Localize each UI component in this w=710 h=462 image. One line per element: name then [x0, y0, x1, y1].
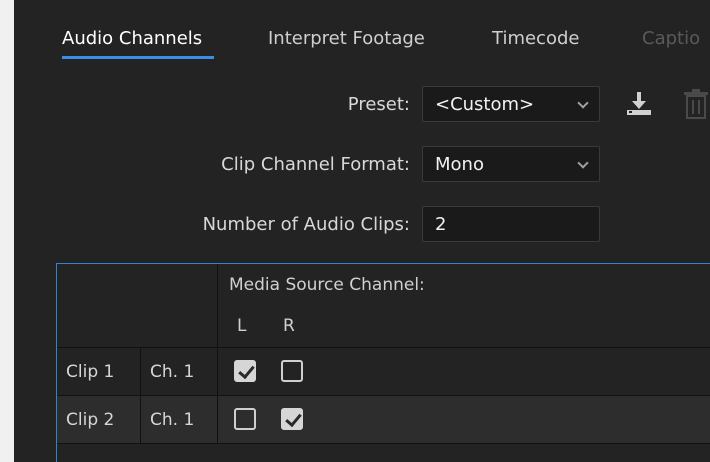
clip-1-L-checkbox[interactable] [234, 360, 256, 382]
clip-2-R-checkbox[interactable] [281, 408, 303, 430]
preset-dropdown[interactable]: <Custom> [422, 86, 600, 122]
clip-channel-format-label: Clip Channel Format: [221, 154, 410, 175]
active-tab-indicator [62, 56, 214, 59]
clip-channel-format-value: Mono [435, 154, 484, 175]
download-icon[interactable] [624, 90, 654, 122]
row-divider [57, 443, 710, 444]
clip-2-channel: Ch. 1 [150, 410, 195, 430]
number-of-audio-clips-input[interactable]: 2 [422, 206, 600, 242]
chevron-down-icon [577, 97, 589, 109]
tab-captions[interactable]: Captio [642, 28, 700, 49]
preset-label: Preset: [347, 94, 410, 115]
media-source-channel-header: Media Source Channel: [229, 275, 425, 295]
row-divider [57, 347, 710, 348]
clip-2-L-checkbox[interactable] [234, 408, 256, 430]
tab-audio-channels[interactable]: Audio Channels [62, 28, 202, 49]
row-divider [57, 395, 710, 396]
column-divider [217, 264, 218, 443]
clip-1-channel: Ch. 1 [150, 362, 195, 382]
preset-value: <Custom> [435, 94, 535, 115]
tab-interpret-footage[interactable]: Interpret Footage [268, 28, 425, 49]
modify-clip-panel: Audio Channels Interpret Footage Timecod… [14, 0, 710, 462]
clip-channel-format-dropdown[interactable]: Mono [422, 146, 600, 182]
chevron-down-icon [577, 157, 589, 169]
channel-mapping-table: Media Source Channel: L R Clip 1 Ch. 1 C… [56, 263, 710, 462]
clip-2-label: Clip 2 [66, 410, 115, 430]
channel-L-header: L [237, 316, 247, 336]
channel-R-header: R [283, 316, 295, 336]
tab-timecode[interactable]: Timecode [492, 28, 579, 49]
clip-1-label: Clip 1 [66, 362, 115, 382]
clip-1-R-checkbox[interactable] [281, 360, 303, 382]
trash-icon[interactable] [682, 88, 710, 124]
tab-bar: Audio Channels Interpret Footage Timecod… [14, 0, 710, 62]
number-of-audio-clips-value: 2 [435, 214, 447, 235]
number-of-audio-clips-label: Number of Audio Clips: [202, 214, 410, 235]
